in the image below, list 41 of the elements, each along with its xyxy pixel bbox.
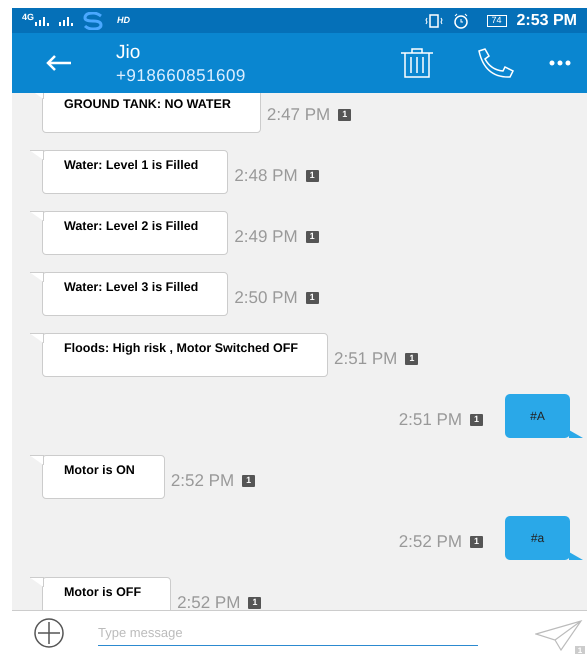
bubble-tail xyxy=(30,272,44,282)
sync-icon xyxy=(81,12,106,30)
sim-badge: 1 xyxy=(248,596,262,608)
bubble-tail xyxy=(30,577,44,587)
bubble-tail xyxy=(569,430,583,438)
sim-badge: 1 xyxy=(338,108,352,120)
contact-name: Jio xyxy=(116,42,142,62)
bubble-tail xyxy=(30,333,44,343)
battery-indicator: 74 xyxy=(486,14,507,26)
message-time: 2:51 PM xyxy=(398,408,462,431)
bubble-tail xyxy=(569,552,583,560)
phone-icon[interactable] xyxy=(475,48,515,78)
clock: 2:53 PM xyxy=(516,10,577,30)
sim-badge: 1 xyxy=(306,230,319,242)
message-input[interactable]: Type message xyxy=(98,620,478,646)
message-time: 2:47 PM xyxy=(266,104,330,126)
sim-badge: 1 xyxy=(470,536,483,548)
back-icon[interactable] xyxy=(46,54,72,72)
network-label: 4G xyxy=(22,13,34,22)
message-time: 2:50 PM xyxy=(234,286,298,309)
phone-number: +918660851609 xyxy=(116,66,246,84)
sim-badge: 1 xyxy=(470,414,483,426)
bubble-tail xyxy=(30,455,44,465)
alarm-icon xyxy=(452,12,469,28)
hd-label: HD xyxy=(117,14,130,27)
bubble-tail xyxy=(30,150,44,160)
more-icon[interactable] xyxy=(549,60,571,66)
sim-badge: 1 xyxy=(306,170,319,182)
message-time: 2:49 PM xyxy=(234,226,298,248)
message-time: 2:48 PM xyxy=(234,164,298,187)
delete-icon[interactable] xyxy=(399,47,435,79)
sim-badge: 1 xyxy=(242,474,256,486)
sim-badge: 1 xyxy=(405,352,418,364)
vibrate-icon xyxy=(424,14,443,28)
message-time: 2:52 PM xyxy=(170,470,234,492)
message-time: 2:51 PM xyxy=(334,348,398,370)
sim-badge: 1 xyxy=(306,292,319,304)
message-time: 2:52 PM xyxy=(177,592,240,610)
bubble-tail xyxy=(30,211,44,221)
message-time: 2:52 PM xyxy=(398,530,462,553)
add-icon[interactable] xyxy=(34,618,64,648)
